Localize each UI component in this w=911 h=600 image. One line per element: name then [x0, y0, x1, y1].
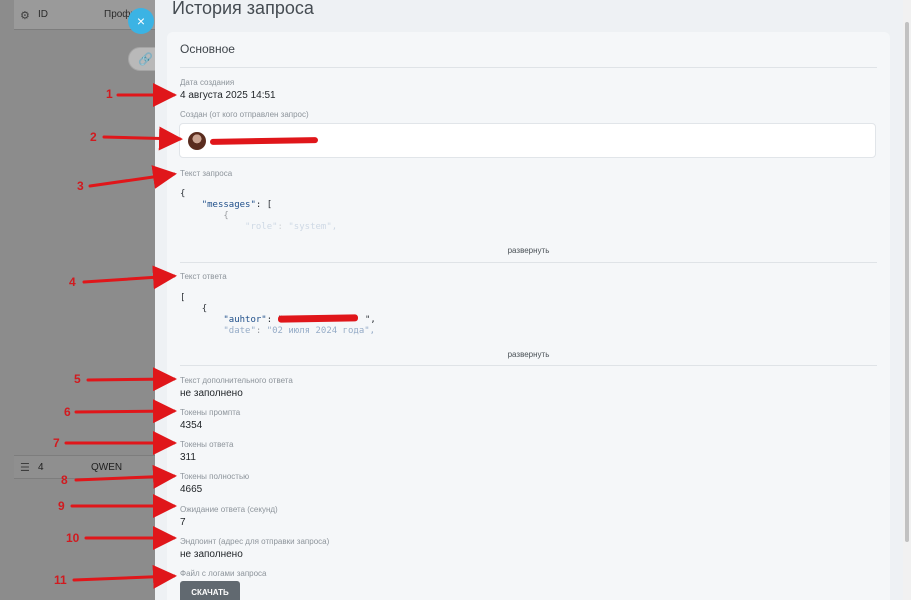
annotation-number: 11: [54, 573, 67, 587]
arrow-4: [82, 265, 177, 290]
annotation-number: 1: [106, 87, 113, 101]
annotation-number: 2: [90, 130, 97, 144]
annotation-number: 6: [64, 405, 71, 419]
annotation-number: 9: [58, 499, 65, 513]
annotation-number: 3: [77, 179, 84, 193]
annotation-arrows: [64, 83, 183, 589]
annotation-number: 10: [66, 531, 80, 545]
annotation-number: 7: [53, 436, 60, 450]
arrow-8: [74, 464, 177, 489]
arrow-3: [88, 165, 177, 189]
arrow-6: [74, 399, 177, 424]
annotation-number: 4: [69, 275, 76, 289]
close-button[interactable]: ×: [128, 8, 154, 34]
annotation-number: 8: [61, 473, 68, 487]
arrow-11: [72, 564, 177, 589]
annotation-number: 5: [74, 372, 81, 386]
arrow-5: [86, 367, 177, 392]
arrow-2: [102, 126, 183, 151]
